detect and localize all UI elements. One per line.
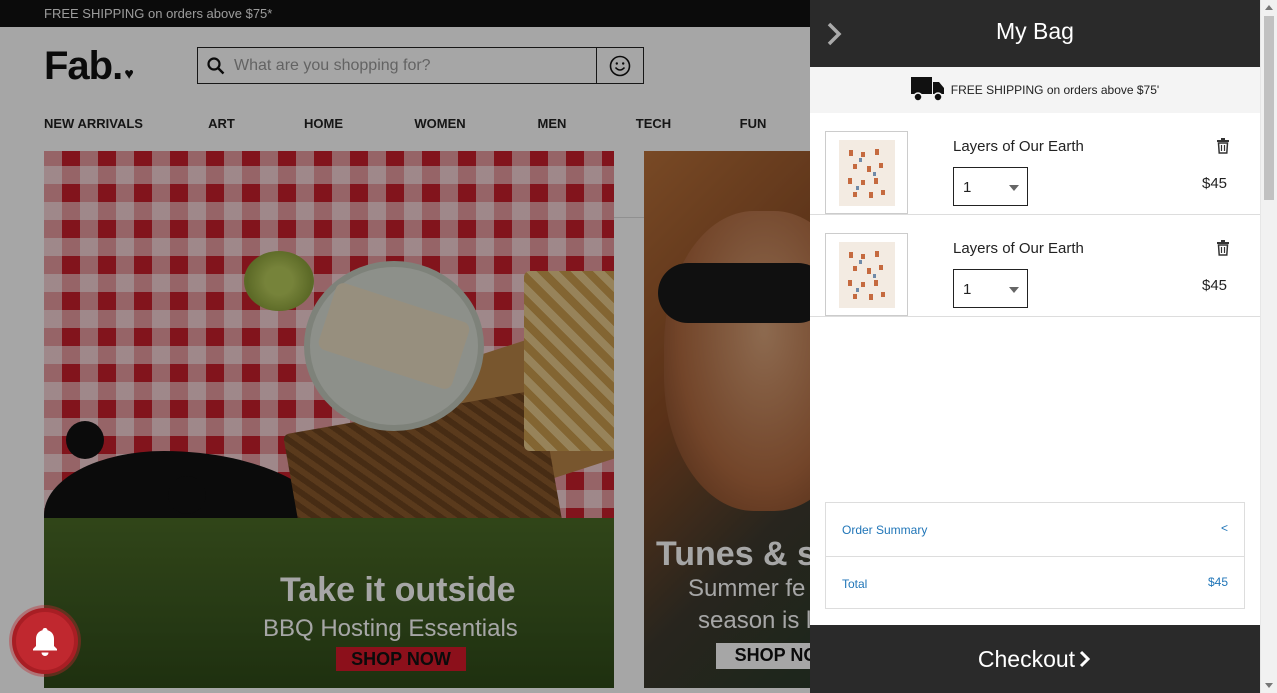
order-summary-label: Order Summary bbox=[842, 523, 928, 537]
total-value: $45 bbox=[1207, 575, 1228, 589]
total-row: Total $45 bbox=[826, 556, 1244, 609]
trash-icon[interactable] bbox=[1216, 240, 1230, 261]
quantity-select[interactable]: 1 bbox=[953, 269, 1028, 308]
product-image bbox=[838, 139, 895, 206]
quantity-select[interactable]: 1 bbox=[953, 167, 1028, 206]
product-price: $45 bbox=[1202, 175, 1228, 192]
cart-item: Layers of Our Earth 1 $45 bbox=[810, 215, 1260, 317]
shipping-text: FREE SHIPPING on orders above $75' bbox=[950, 83, 1160, 97]
expand-toggle-icon[interactable]: < bbox=[1221, 521, 1228, 535]
checkout-label: Checkout bbox=[977, 646, 1076, 672]
order-summary-box: Order Summary < Total $45 bbox=[825, 502, 1245, 609]
quantity-value: 1 bbox=[963, 179, 972, 196]
scroll-down-arrow-icon[interactable] bbox=[1265, 683, 1273, 688]
notification-bell-button[interactable] bbox=[12, 608, 78, 674]
page-scrollbar[interactable] bbox=[1260, 0, 1277, 693]
cart-header: My Bag bbox=[810, 0, 1260, 67]
bell-icon bbox=[33, 628, 57, 656]
truck-icon bbox=[910, 75, 945, 106]
quantity-value: 1 bbox=[963, 281, 972, 298]
cart-panel: My Bag FREE SHIPPING on orders above $75… bbox=[810, 0, 1260, 693]
page: FREE SHIPPING on orders above $75* Fab. ♥… bbox=[0, 0, 1277, 693]
caret-down-icon bbox=[1009, 185, 1019, 191]
product-image bbox=[838, 241, 895, 308]
product-thumbnail[interactable] bbox=[825, 131, 908, 214]
cart-item: Layers of Our Earth 1 $45 bbox=[810, 113, 1260, 215]
cart-title: My Bag bbox=[996, 18, 1074, 44]
order-summary-row[interactable]: Order Summary < bbox=[826, 503, 1244, 556]
page-overlay[interactable] bbox=[0, 0, 810, 693]
product-price: $45 bbox=[1202, 277, 1228, 294]
scroll-up-arrow-icon[interactable] bbox=[1265, 5, 1273, 10]
scrollbar-thumb[interactable] bbox=[1264, 16, 1274, 200]
shipping-banner: FREE SHIPPING on orders above $75' bbox=[810, 67, 1260, 113]
product-name[interactable]: Layers of Our Earth bbox=[953, 240, 1084, 257]
caret-down-icon bbox=[1009, 287, 1019, 293]
chevron-right-icon bbox=[1080, 650, 1091, 668]
product-name[interactable]: Layers of Our Earth bbox=[953, 138, 1084, 155]
checkout-button[interactable]: Checkout bbox=[810, 625, 1260, 693]
product-thumbnail[interactable] bbox=[825, 233, 908, 316]
total-label: Total bbox=[842, 577, 868, 591]
trash-icon[interactable] bbox=[1216, 138, 1230, 159]
